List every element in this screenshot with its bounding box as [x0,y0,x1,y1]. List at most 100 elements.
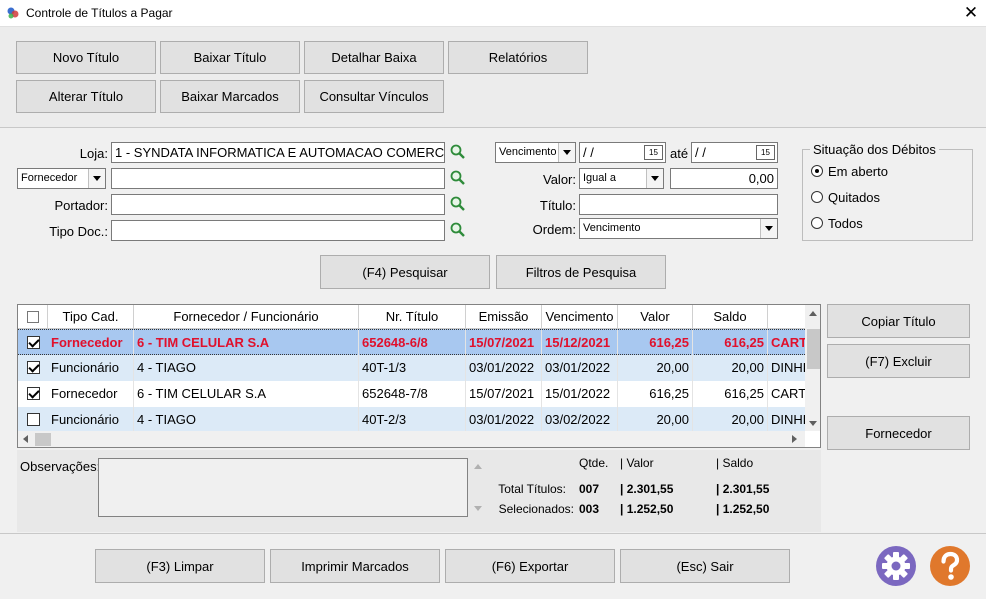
fornecedor-input[interactable] [111,168,445,189]
calendar-icon[interactable]: 15 [644,145,663,160]
chevron-down-icon[interactable] [646,169,663,188]
search-portador-icon[interactable] [449,195,467,213]
cell-nr: 40T-2/3 [359,407,466,433]
cell-tipo: Fornecedor [48,381,134,407]
loja-input[interactable]: 1 - SYNDATA INFORMATICA E AUTOMACAO COME… [111,142,445,163]
radio-todos-label[interactable]: Todos [828,216,863,231]
scroll-up-icon[interactable] [474,464,482,469]
cell-valor: 616,25 [618,330,693,356]
loja-label: Loja: [79,146,108,161]
table-row[interactable]: Funcionário 4 - TIAGO 40T-2/3 03/01/2022… [18,407,805,433]
sair-button[interactable]: (Esc) Sair [620,549,790,583]
scroll-thumb[interactable] [807,329,820,369]
cell-nome: 6 - TIM CELULAR S.A [134,330,359,356]
total-titulos-valor: | 2.301,55 [620,482,674,496]
col-vencimento[interactable]: Vencimento [542,305,618,329]
detalhar-baixa-button[interactable]: Detalhar Baixa [304,41,444,74]
date-from-input[interactable]: / / 15 [579,142,666,163]
radio-todos[interactable] [811,217,823,229]
cell-vencimento: 03/01/2022 [542,355,618,381]
search-tipo-doc-icon[interactable] [449,221,467,239]
cell-nr: 652648-6/8 [359,330,466,356]
scroll-right-icon[interactable] [792,435,797,443]
search-fornecedor-icon[interactable] [449,169,467,187]
relatorios-button[interactable]: Relatórios [448,41,588,74]
table-row[interactable]: Fornecedor 6 - TIM CELULAR S.A 652648-6/… [18,329,805,356]
col-emissao[interactable]: Emissão [466,305,542,329]
date-from-value: / / [583,145,594,160]
scroll-down-icon[interactable] [809,421,817,426]
copiar-titulo-button[interactable]: Copiar Título [827,304,970,338]
cell-nome: 4 - TIAGO [134,355,359,381]
col-fornecedor[interactable]: Fornecedor / Funcionário [134,305,359,329]
cell-emissao: 15/07/2021 [466,330,542,356]
portador-input[interactable] [111,194,445,215]
footer-divider [0,533,986,534]
tipo-cadastro-value: Fornecedor [21,172,78,184]
gear-icon[interactable] [875,545,917,587]
grid-vertical-scrollbar[interactable] [805,305,820,431]
titles-grid: Tipo Cad. Fornecedor / Funcionário Nr. T… [17,304,821,448]
ordem-select[interactable]: Vencimento [579,218,778,239]
radio-em-aberto-label[interactable]: Em aberto [828,164,888,179]
consultar-vinculos-button[interactable]: Consultar Vínculos [304,80,444,113]
exportar-button[interactable]: (F6) Exportar [445,549,615,583]
chevron-down-icon[interactable] [558,143,575,162]
table-row[interactable]: Funcionário 4 - TIAGO 40T-1/3 03/01/2022… [18,355,805,381]
calendar-icon[interactable]: 15 [756,145,775,160]
filtros-pesquisa-button[interactable]: Filtros de Pesquisa [496,255,666,289]
chevron-down-icon[interactable] [760,219,777,238]
select-all-checkbox[interactable] [26,310,39,323]
scroll-up-icon[interactable] [809,311,817,316]
select-all-header[interactable] [18,305,48,329]
imprimir-marcados-button[interactable]: Imprimir Marcados [270,549,440,583]
title-bar: Controle de Títulos a Pagar ✕ [0,0,986,27]
col-valor[interactable]: Valor [618,305,693,329]
selecionados-label: Selecionados: [498,502,574,516]
date-type-select[interactable]: Vencimento [495,142,576,163]
limpar-button[interactable]: (F3) Limpar [95,549,265,583]
baixar-titulo-button[interactable]: Baixar Título [160,41,300,74]
close-icon[interactable]: ✕ [962,3,980,23]
help-icon[interactable] [929,545,971,587]
date-type-value: Vencimento [499,146,557,158]
cell-extra: CART [771,335,805,350]
titulo-label: Título: [539,198,576,213]
col-extra[interactable] [768,305,805,329]
row-checkbox[interactable] [27,336,40,349]
cell-emissao: 03/01/2022 [466,407,542,433]
app-logo-icon [7,7,19,19]
radio-em-aberto[interactable] [811,165,823,177]
fornecedor-button[interactable]: Fornecedor [827,416,970,450]
radio-quitados[interactable] [811,191,823,203]
row-checkbox[interactable] [27,413,40,426]
radio-quitados-label[interactable]: Quitados [828,190,880,205]
chevron-down-icon[interactable] [88,169,105,188]
cell-extra: CART [771,386,805,401]
scroll-thumb[interactable] [35,433,51,446]
row-checkbox[interactable] [27,387,40,400]
date-to-input[interactable]: / / 15 [691,142,778,163]
cell-nr: 652648-7/8 [359,381,466,407]
baixar-marcados-button[interactable]: Baixar Marcados [160,80,300,113]
titulo-input[interactable] [579,194,778,215]
valor-input[interactable]: 0,00 [670,168,778,189]
ordem-label: Ordem: [532,222,576,237]
search-loja-icon[interactable] [449,143,467,161]
cell-saldo: 20,00 [693,407,768,433]
pesquisar-button[interactable]: (F4) Pesquisar [320,255,490,289]
excluir-button[interactable]: (F7) Excluir [827,344,970,378]
tipo-doc-input[interactable] [111,220,445,241]
row-checkbox[interactable] [27,361,40,374]
novo-titulo-button[interactable]: Novo Título [16,41,156,74]
col-nr-titulo[interactable]: Nr. Título [359,305,466,329]
tipo-cadastro-select[interactable]: Fornecedor [17,168,106,189]
alterar-titulo-button[interactable]: Alterar Título [16,80,156,113]
scroll-left-icon[interactable] [23,435,28,443]
observacoes-textarea[interactable] [98,458,468,517]
table-row[interactable]: Fornecedor 6 - TIM CELULAR S.A 652648-7/… [18,381,805,407]
grid-horizontal-scrollbar[interactable] [18,431,805,447]
col-saldo[interactable]: Saldo [693,305,768,329]
col-tipo-cad[interactable]: Tipo Cad. [48,305,134,329]
valor-operator-select[interactable]: Igual a [579,168,664,189]
